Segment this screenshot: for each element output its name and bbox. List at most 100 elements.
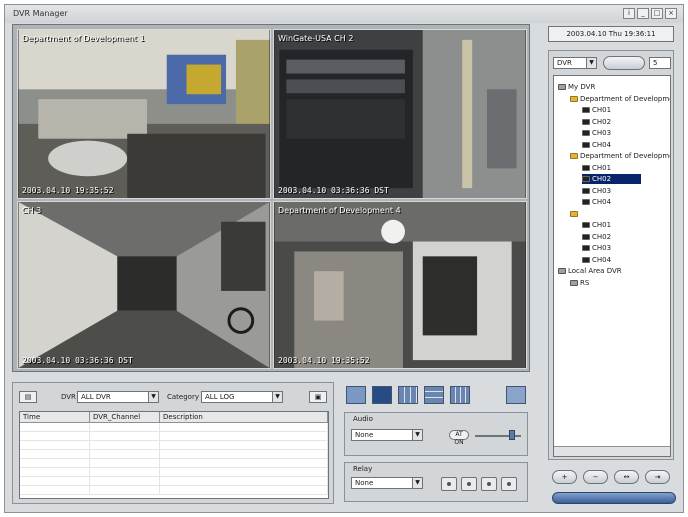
- tree-item[interactable]: CH03: [582, 128, 611, 138]
- column-header-dvr-channel[interactable]: DVR_Channel: [90, 412, 160, 422]
- tree-item[interactable]: CH02: [582, 232, 611, 242]
- layout-1-button[interactable]: [346, 386, 366, 404]
- tree-item-label: CH02: [592, 175, 612, 183]
- tree-item[interactable]: CH02: [582, 174, 642, 184]
- tree-item[interactable]: Local Area DVR: [558, 266, 622, 276]
- camera-view-2[interactable]: WinGate-USA CH 2 2003.04.10 03:36:36 DST: [273, 29, 527, 199]
- info-button[interactable]: i: [623, 8, 635, 19]
- tree-item[interactable]: CH01: [582, 163, 611, 173]
- tree-item[interactable]: [570, 209, 580, 219]
- chevron-down-icon: ▼: [148, 392, 158, 402]
- tree-item-label: CH02: [592, 232, 612, 241]
- close-button[interactable]: ×: [665, 8, 677, 19]
- tree-item-label: CH01: [592, 163, 612, 172]
- dvr-tree: My DVR Department of Development CH01 CH02 C…: [553, 75, 671, 457]
- category-select[interactable]: ALL LOG ▼: [201, 391, 283, 403]
- tree-item-label: Department of Development: [580, 94, 671, 103]
- tree-item-label: CH03: [592, 129, 612, 137]
- dvr-label: DVR: [61, 393, 76, 401]
- tree-item-label: CH01: [592, 106, 612, 114]
- layout-10-button[interactable]: [424, 386, 444, 404]
- column-header-time[interactable]: Time: [20, 412, 90, 422]
- remove-button[interactable]: −: [583, 470, 608, 484]
- dvr-select[interactable]: ALL DVR ▼: [77, 391, 159, 403]
- relay-1-button[interactable]: [441, 477, 457, 491]
- fullscreen-button[interactable]: [506, 386, 526, 404]
- computer-icon: [558, 84, 566, 90]
- camera-label: WinGate-USA CH 2: [278, 34, 354, 43]
- dvr-type-select[interactable]: DVR ▼: [553, 57, 597, 69]
- disconnect-button[interactable]: ⇥: [645, 470, 670, 484]
- folder-icon: [570, 95, 578, 102]
- controls-panel: Audio None ▼ AT ON Relay None ▼: [340, 382, 532, 504]
- folder-icon: [570, 210, 578, 217]
- camera-icon: [582, 107, 590, 113]
- server-rack-image: [274, 30, 526, 198]
- log-panel: ▤ DVR ALL DVR ▼ Category ALL LOG ▼ ▣ Tim…: [12, 382, 334, 504]
- table-row: [20, 468, 328, 477]
- audio-toggle[interactable]: AT ON: [449, 430, 469, 446]
- camera-view-4[interactable]: Department of Development 4 2003.04.10 1…: [273, 201, 527, 369]
- tree-item[interactable]: CH03: [582, 243, 611, 253]
- video-grid: Department of Development 1 2003.04.10 1…: [12, 24, 530, 372]
- device-panel: DVR ▼ 5 My DVR Department of Development C…: [548, 50, 674, 460]
- tree-item[interactable]: RS: [570, 278, 589, 288]
- log-icon[interactable]: ▤: [19, 391, 37, 403]
- table-row: [20, 441, 328, 450]
- maximize-button[interactable]: □: [651, 8, 663, 19]
- camera-icon: [582, 130, 590, 136]
- layout-16-button[interactable]: [450, 386, 470, 404]
- camera-icon: [582, 118, 590, 125]
- tree-item[interactable]: CH01: [582, 220, 611, 230]
- layout-9-button[interactable]: [398, 386, 418, 404]
- camera-label: CH 3: [22, 206, 42, 215]
- tree-item-label: CH04: [592, 255, 612, 264]
- audio-select[interactable]: None ▼: [351, 429, 423, 441]
- relay-3-button[interactable]: [481, 477, 497, 491]
- connect-all-button[interactable]: ↔: [614, 470, 639, 484]
- camera-timestamp: 2003.04.10 03:36:36 DST: [22, 356, 133, 365]
- office-scene-image: [18, 30, 270, 198]
- relay-4-button[interactable]: [501, 477, 517, 491]
- tree-item[interactable]: CH04: [582, 140, 611, 150]
- category-select-value: ALL LOG: [205, 393, 235, 401]
- add-button[interactable]: +: [552, 470, 577, 484]
- tree-item[interactable]: CH01: [582, 105, 611, 115]
- camera-icon: [582, 176, 590, 182]
- tree-item-label: Local Area DVR: [568, 267, 622, 275]
- audio-label: Audio: [353, 415, 373, 423]
- channel-spinner[interactable]: 5: [649, 57, 671, 69]
- camera-timestamp: 2003.04.10 03:36:36 DST: [278, 186, 389, 195]
- camera-label: Department of Development 4: [278, 206, 401, 215]
- camera-view-1[interactable]: Department of Development 1 2003.04.10 1…: [17, 29, 271, 199]
- tree-item-label: CH03: [592, 244, 612, 252]
- tree-item[interactable]: Department of Development: [570, 94, 671, 104]
- table-row: [20, 423, 328, 432]
- column-header-description[interactable]: Description: [160, 412, 328, 422]
- tree-item[interactable]: Department of Development: [570, 151, 670, 161]
- hallway-image: [18, 202, 270, 368]
- table-row: [20, 459, 328, 468]
- relay-2-button[interactable]: [461, 477, 477, 491]
- minimize-button[interactable]: _: [637, 8, 649, 19]
- tree-action-buttons: + − ↔ ⇥: [552, 470, 672, 486]
- relay-select[interactable]: None ▼: [351, 477, 423, 489]
- table-row: [20, 477, 328, 486]
- setup-button[interactable]: [552, 492, 676, 504]
- tree-item[interactable]: CH02: [582, 117, 611, 127]
- tree-item[interactable]: CH03: [582, 186, 611, 196]
- horizontal-scrollbar[interactable]: [554, 446, 670, 456]
- volume-slider-thumb[interactable]: [509, 430, 515, 440]
- layout-4-button[interactable]: [372, 386, 392, 404]
- connect-button[interactable]: [603, 56, 645, 70]
- tree-item[interactable]: CH04: [582, 197, 611, 207]
- tree-item[interactable]: CH04: [582, 255, 611, 265]
- tree-item-label: CH01: [592, 221, 612, 229]
- camera-icon: [582, 256, 590, 263]
- camera-view-3[interactable]: CH 3 2003.04.10 03:36:36 DST: [17, 201, 271, 369]
- relay-group: Relay None ▼: [344, 462, 528, 502]
- audio-select-value: None: [355, 431, 374, 439]
- tree-item[interactable]: My DVR: [558, 82, 595, 92]
- dvr-type-value: DVR: [557, 59, 572, 67]
- export-log-icon[interactable]: ▣: [309, 391, 327, 403]
